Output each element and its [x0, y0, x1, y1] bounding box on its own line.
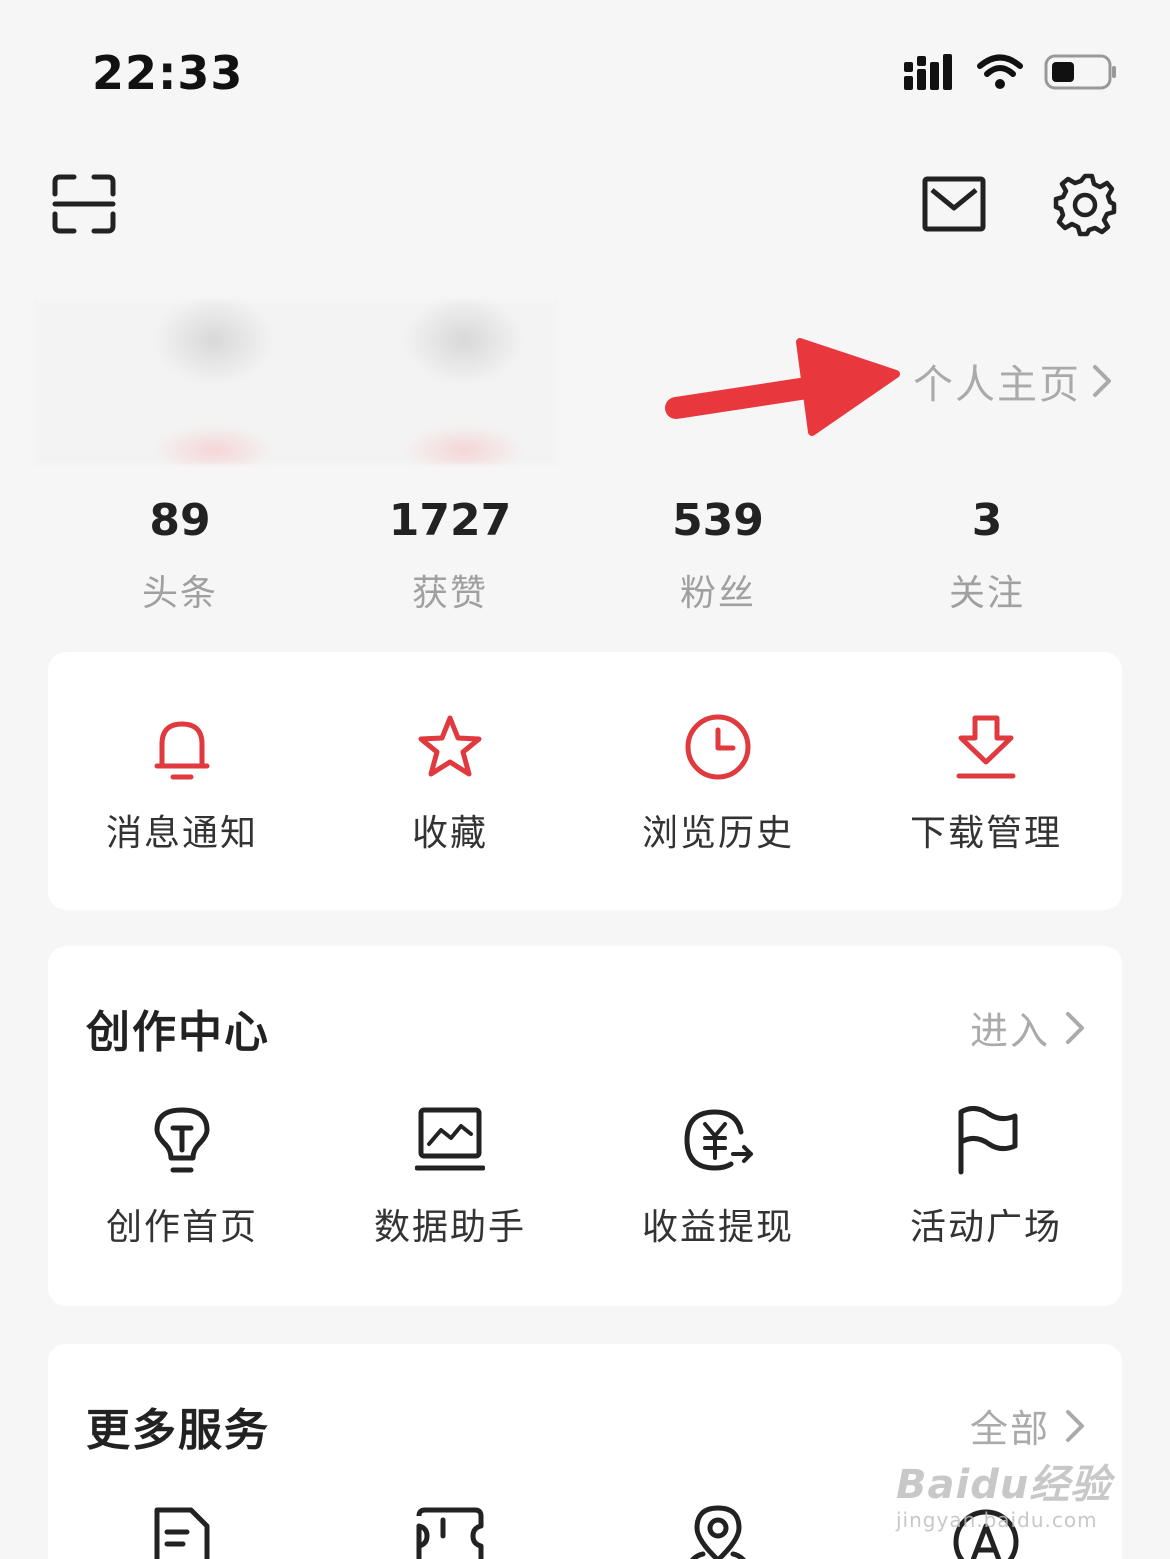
document-icon — [154, 1507, 210, 1559]
profile-avatar-blurred[interactable] — [34, 300, 558, 465]
quick-action-history[interactable]: 浏览历史 — [584, 712, 852, 856]
creation-center-card: 创作中心 进入 创作首页 数据助手 收益提现 活动广场 — [48, 946, 1122, 1306]
stat-fans[interactable]: 539 粉丝 — [588, 495, 848, 616]
stat-value: 1727 — [388, 495, 512, 546]
star-icon — [418, 715, 482, 777]
download-icon — [956, 715, 1016, 779]
quick-action-label: 浏览历史 — [641, 813, 794, 854]
creation-item-label: 活动广场 — [909, 1207, 1062, 1248]
creation-item-home[interactable]: 创作首页 — [48, 1106, 316, 1250]
service-item-location[interactable] — [584, 1504, 852, 1559]
lightbulb-icon — [154, 1107, 210, 1173]
more-services-title: 更多服务 — [86, 1405, 270, 1456]
quick-action-label: 消息通知 — [105, 813, 258, 854]
watermark-brand: Baidu经验 — [896, 1462, 1112, 1508]
bell-icon — [154, 721, 210, 780]
location-icon — [690, 1505, 746, 1559]
chevron-right-icon — [1093, 365, 1111, 397]
watermark-url: jingyan.baidu.com — [896, 1508, 1098, 1532]
stat-value: 3 — [971, 495, 1003, 546]
stat-likes[interactable]: 1727 获赞 — [320, 495, 580, 616]
creation-item-withdraw[interactable]: 收益提现 — [584, 1106, 852, 1250]
status-bar: 22:33 — [0, 0, 1170, 140]
chevron-right-icon — [1066, 1011, 1084, 1044]
creation-center-enter-link[interactable]: 进入 — [970, 1000, 1086, 1055]
status-icons — [904, 52, 1118, 92]
stat-value: 539 — [672, 495, 764, 546]
creation-center-enter-label: 进入 — [969, 1009, 1050, 1053]
personal-homepage-link[interactable]: 个人主页 — [913, 352, 1113, 410]
clock-icon — [685, 714, 751, 780]
ticket-icon — [416, 1507, 484, 1559]
signal-icon — [904, 54, 952, 90]
quick-action-notifications[interactable]: 消息通知 — [48, 712, 316, 856]
creation-item-activities[interactable]: 活动广场 — [852, 1106, 1120, 1250]
stats-row: 89 头条 1727 获赞 539 粉丝 3 关注 — [0, 495, 1170, 615]
creation-item-label: 创作首页 — [105, 1207, 258, 1248]
more-services-all-label: 全部 — [969, 1407, 1050, 1451]
yen-withdraw-icon — [684, 1109, 753, 1171]
quick-action-label: 收藏 — [411, 813, 488, 854]
chevron-right-icon — [1066, 1409, 1084, 1442]
stat-label: 粉丝 — [679, 573, 756, 614]
stat-label: 获赞 — [411, 573, 488, 614]
service-item-document[interactable] — [48, 1504, 316, 1559]
baidu-watermark: Baidu经验 jingyan.baidu.com — [896, 1452, 1111, 1532]
status-time: 22:33 — [92, 46, 244, 100]
quick-action-favorites[interactable]: 收藏 — [316, 712, 584, 856]
gear-icon[interactable] — [1052, 172, 1118, 238]
more-services-all-link[interactable]: 全部 — [970, 1398, 1086, 1453]
battery-icon — [1044, 54, 1116, 90]
quick-action-label: 下载管理 — [909, 813, 1062, 854]
wifi-icon — [977, 54, 1023, 89]
scan-icon[interactable] — [52, 174, 116, 234]
creation-item-label: 收益提现 — [641, 1207, 794, 1248]
stat-value: 89 — [149, 495, 211, 546]
red-arrow-annotation — [665, 338, 900, 436]
creation-item-label: 数据助手 — [373, 1207, 526, 1248]
creation-item-data[interactable]: 数据助手 — [316, 1106, 584, 1250]
chart-monitor-icon — [415, 1107, 485, 1171]
quick-actions-card: 消息通知 收藏 浏览历史 下载管理 — [48, 652, 1122, 910]
creation-center-title: 创作中心 — [86, 1007, 270, 1058]
stat-toutiao[interactable]: 89 头条 — [50, 495, 310, 616]
personal-homepage-label: 个人主页 — [913, 362, 1081, 408]
stat-label: 头条 — [141, 573, 218, 614]
service-item-ticket[interactable] — [316, 1504, 584, 1559]
stat-label: 关注 — [948, 573, 1025, 614]
quick-action-downloads[interactable]: 下载管理 — [852, 712, 1120, 856]
mail-icon[interactable] — [922, 176, 986, 232]
flag-icon — [958, 1106, 1018, 1175]
stat-following[interactable]: 3 关注 — [857, 495, 1117, 616]
